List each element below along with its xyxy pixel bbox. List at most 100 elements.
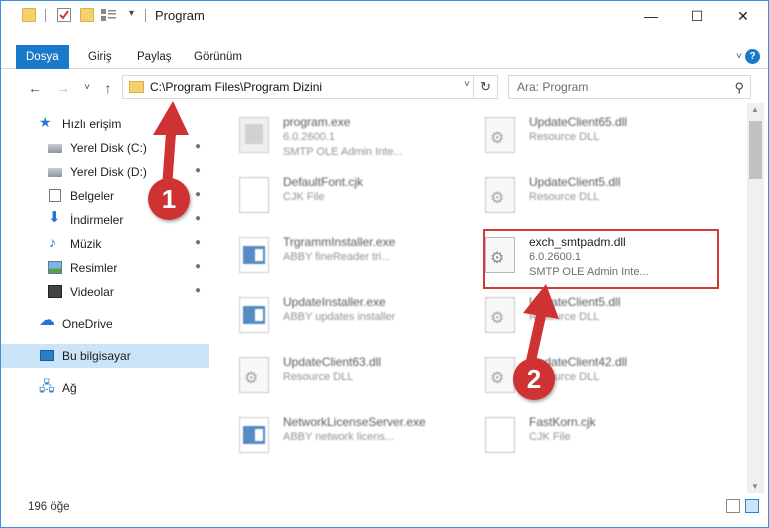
sidebar-item-label: Yerel Disk (D:) xyxy=(70,165,147,179)
tab-home[interactable]: Giriş xyxy=(78,45,122,69)
file-name: program.exe xyxy=(283,115,351,129)
search-input[interactable]: Ara: Program xyxy=(517,80,588,94)
onedrive-icon: ☁ xyxy=(39,312,55,329)
scrollbar-thumb[interactable] xyxy=(749,121,762,179)
file-name: UpdateInstaller.exe xyxy=(283,295,386,309)
pin-icon[interactable]: ● xyxy=(195,141,201,152)
file-item[interactable]: FastKorn.cjk CJK File xyxy=(473,409,713,471)
file-item[interactable]: TrgrammInstaller.exe ABBY fineReader tri… xyxy=(227,229,467,291)
pin-icon[interactable]: ● xyxy=(195,237,201,248)
drive-icon xyxy=(48,144,62,153)
customize-icon[interactable] xyxy=(101,8,116,22)
file-version: 6.0.2600.1 xyxy=(283,131,335,143)
file-item[interactable]: NetworkLicenseServer.exe ABBY network li… xyxy=(227,409,467,471)
sidebar-item-quick-access[interactable]: ★ Hızlı erişim xyxy=(1,112,209,136)
app-icon xyxy=(239,297,269,333)
sidebar-item-this-pc[interactable]: Bu bilgisayar xyxy=(1,344,209,368)
dll-icon xyxy=(485,297,515,333)
file-item[interactable]: UpdateClient5.dll Resource DLL xyxy=(473,289,713,351)
sidebar-item-network[interactable]: 🖧 Ağ xyxy=(1,376,209,400)
address-path[interactable]: C:\Program Files\Program Dizini xyxy=(150,80,322,94)
search-icon[interactable]: ⚲ xyxy=(734,80,744,96)
file-item[interactable]: UpdateClient65.dll Resource DLL xyxy=(473,109,713,171)
tab-share[interactable]: Paylaş xyxy=(127,45,182,69)
tiles-view-button[interactable] xyxy=(745,499,759,513)
close-button[interactable]: ✕ xyxy=(720,1,766,31)
file-item[interactable]: UpdateClient42.dll Resource DLL xyxy=(473,349,713,411)
tab-file[interactable]: Dosya xyxy=(16,45,69,69)
search-box[interactable]: Ara: Program ⚲ xyxy=(508,75,751,99)
back-button[interactable]: ← xyxy=(25,78,45,98)
step-1-badge: 1 xyxy=(148,178,190,220)
pin-icon[interactable]: ● xyxy=(195,213,201,224)
address-dropdown-icon[interactable]: ˅ xyxy=(464,79,470,90)
tab-view[interactable]: Görünüm xyxy=(184,45,252,69)
file-description: ABBY network licens... xyxy=(283,431,395,443)
videos-icon xyxy=(48,285,62,298)
minimize-button[interactable]: — xyxy=(628,1,674,31)
sidebar-item-label: Yerel Disk (C:) xyxy=(70,141,147,155)
refresh-button[interactable]: ↻ xyxy=(473,76,497,98)
star-icon: ★ xyxy=(39,114,52,130)
file-description: ABBY updates installer xyxy=(283,311,396,323)
pin-icon[interactable]: ● xyxy=(195,261,201,272)
file-item[interactable]: UpdateClient5.dll Resource DLL xyxy=(473,169,713,231)
navigation-bar: ← → ˅ ↑ C:\Program Files\Program Dizini … xyxy=(1,73,768,103)
page-icon xyxy=(239,177,269,213)
pictures-icon xyxy=(48,261,62,274)
new-folder-icon[interactable] xyxy=(80,8,94,22)
scroll-down-icon[interactable]: ▼ xyxy=(751,482,759,491)
sidebar-item-label: Müzik xyxy=(70,237,102,251)
vertical-scrollbar[interactable]: ▲ ▼ xyxy=(747,103,764,493)
pin-icon[interactable]: ● xyxy=(195,285,201,296)
sidebar-item-label: Resimler xyxy=(70,261,118,275)
properties-icon[interactable] xyxy=(57,8,71,22)
sidebar-item-pictures[interactable]: Resimler ● xyxy=(1,256,209,280)
file-explorer-window: ▾ Program — ☐ ✕ Dosya Giriş Paylaş Görün… xyxy=(0,0,769,528)
file-name: TrgrammInstaller.exe xyxy=(283,235,396,249)
recent-locations-button[interactable]: ˅ xyxy=(77,78,97,98)
file-name: UpdateClient65.dll xyxy=(529,115,628,129)
help-icon[interactable]: ? xyxy=(745,49,760,64)
this-pc-icon xyxy=(40,350,54,361)
file-description: SMTP OLE Admin Inte... xyxy=(283,146,403,158)
sidebar-item-music[interactable]: ♪ Müzik ● xyxy=(1,232,209,256)
scroll-up-icon[interactable]: ▲ xyxy=(751,105,759,114)
file-description: CJK File xyxy=(283,191,325,203)
sidebar-item-label: Videolar xyxy=(70,285,114,299)
file-item[interactable]: DefaultFont.cjk CJK File xyxy=(227,169,467,231)
maximize-button[interactable]: ☐ xyxy=(674,1,720,31)
expand-ribbon-icon[interactable]: ˅ xyxy=(736,51,742,62)
file-name: NetworkLicenseServer.exe xyxy=(283,415,426,429)
file-item[interactable]: program.exe 6.0.2600.1 SMTP OLE Admin In… xyxy=(227,109,467,171)
pin-icon[interactable]: ● xyxy=(195,165,201,176)
step-2-badge: 2 xyxy=(513,358,555,400)
divider xyxy=(145,9,146,22)
file-description: Resource DLL xyxy=(283,371,354,383)
file-description: CJK File xyxy=(529,431,571,443)
dll-icon xyxy=(485,357,515,393)
file-name: FastKorn.cjk xyxy=(529,415,596,429)
dll-icon xyxy=(485,177,515,213)
forward-button[interactable]: → xyxy=(53,78,73,98)
file-item[interactable]: UpdateClient63.dll Resource DLL xyxy=(227,349,467,411)
sidebar-item-label: İndirmeler xyxy=(70,213,124,227)
address-bar[interactable]: C:\Program Files\Program Dizini ˅ ↻ xyxy=(122,75,498,99)
sidebar-item-local-disk-c[interactable]: Yerel Disk (C:) ● xyxy=(1,136,209,160)
sidebar-item-label: Bu bilgisayar xyxy=(62,349,131,363)
drive-icon xyxy=(48,168,62,177)
qat-dropdown-icon[interactable]: ▾ xyxy=(129,8,134,22)
sidebar-item-label: Belgeler xyxy=(70,189,115,203)
sidebar-item-videos[interactable]: Videolar ● xyxy=(1,280,209,304)
pin-icon[interactable]: ● xyxy=(195,189,201,200)
file-name: UpdateClient5.dll xyxy=(529,175,621,189)
up-button[interactable]: ↑ xyxy=(98,78,118,98)
file-item[interactable]: UpdateInstaller.exe ABBY updates install… xyxy=(227,289,467,351)
title-bar: ▾ Program — ☐ ✕ xyxy=(1,1,768,31)
music-icon: ♪ xyxy=(49,234,56,250)
sidebar-item-onedrive[interactable]: ☁ OneDrive xyxy=(1,312,209,336)
file-list: program.exe 6.0.2600.1 SMTP OLE Admin In… xyxy=(211,103,747,493)
status-bar: 196 öğe xyxy=(1,495,768,527)
details-view-button[interactable] xyxy=(726,499,740,513)
item-count: 196 öğe xyxy=(28,501,70,513)
